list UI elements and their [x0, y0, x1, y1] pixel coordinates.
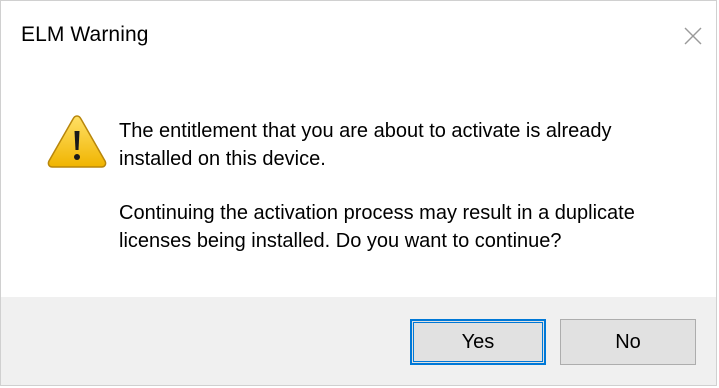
close-icon	[684, 27, 702, 45]
no-button[interactable]: No	[560, 319, 696, 365]
warning-triangle-icon	[47, 115, 107, 168]
close-button[interactable]	[670, 13, 716, 59]
warning-dialog: ELM Warning The entitlement that you are…	[0, 0, 717, 386]
dialog-title: ELM Warning	[21, 23, 149, 46]
message-line-1: The entitlement that you are about to ac…	[119, 120, 612, 170]
yes-button[interactable]: Yes	[410, 319, 546, 365]
button-bar: Yes No	[1, 297, 716, 385]
dialog-message: The entitlement that you are about to ac…	[119, 117, 689, 281]
message-line-2: Continuing the activation process may re…	[119, 202, 635, 252]
title-bar: ELM Warning	[1, 1, 716, 73]
dialog-content: The entitlement that you are about to ac…	[1, 73, 716, 297]
